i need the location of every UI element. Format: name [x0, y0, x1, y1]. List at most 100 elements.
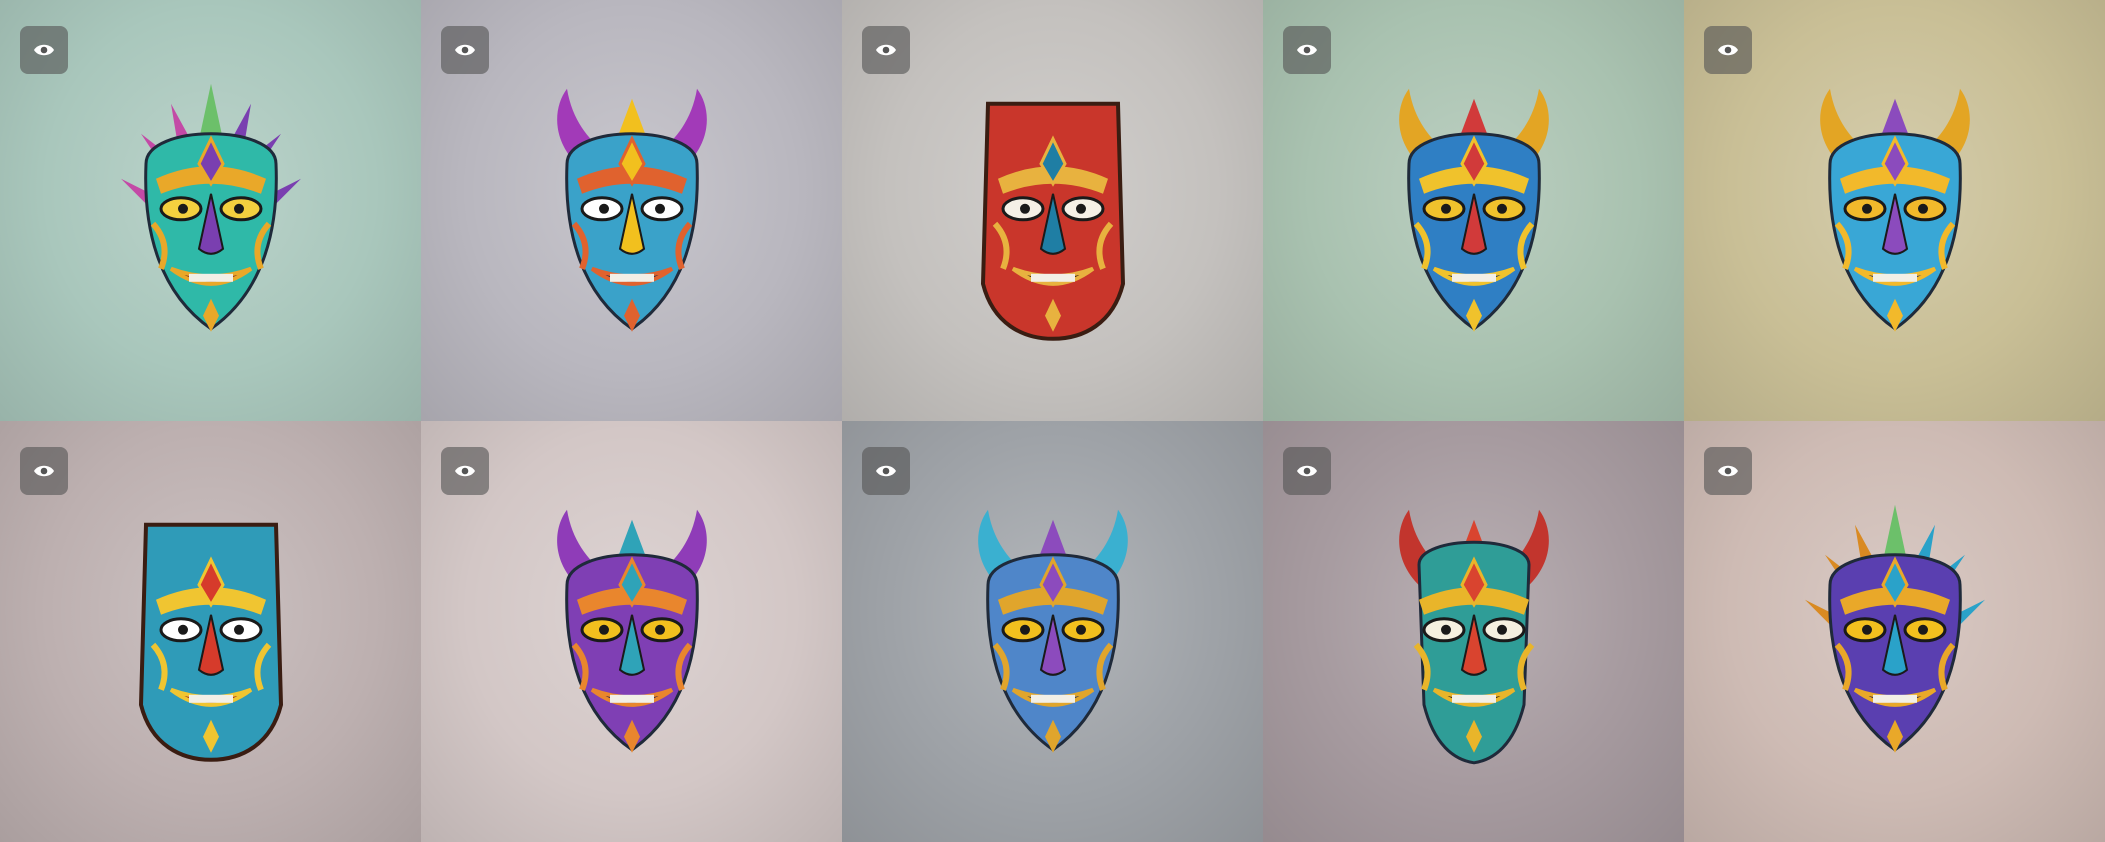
view-button[interactable] — [1704, 447, 1752, 495]
mask-illustration — [138, 522, 283, 762]
view-button[interactable] — [441, 26, 489, 74]
mask-illustration — [556, 88, 707, 332]
right-pupil — [233, 624, 244, 635]
mask-image — [943, 83, 1163, 348]
eye-icon — [876, 465, 896, 477]
teeth — [188, 273, 233, 282]
left-pupil — [1440, 203, 1451, 214]
teeth — [1872, 273, 1917, 282]
mask-image — [101, 83, 321, 348]
mask-body — [1804, 504, 1985, 753]
gallery-tile[interactable] — [1684, 421, 2105, 842]
eye-icon — [1718, 465, 1738, 477]
gallery-tile[interactable] — [842, 0, 1263, 421]
gallery-tile[interactable] — [1684, 0, 2105, 421]
eye-pupil — [461, 467, 469, 475]
mask-body — [977, 509, 1128, 753]
eye-icon — [455, 465, 475, 477]
right-pupil — [1917, 203, 1928, 214]
mask-image — [1785, 83, 2005, 348]
right-pupil — [1496, 203, 1507, 214]
left-pupil — [177, 203, 188, 214]
teeth — [1872, 694, 1917, 703]
view-button[interactable] — [862, 26, 910, 74]
mask-illustration — [1819, 88, 1970, 332]
gallery-tile[interactable] — [0, 421, 421, 842]
eye-pupil — [40, 46, 48, 54]
eye-pupil — [40, 467, 48, 475]
left-pupil — [1440, 624, 1451, 635]
mask-body — [556, 509, 707, 753]
mask-body — [138, 522, 283, 762]
left-pupil — [177, 624, 188, 635]
gallery-tile[interactable] — [1263, 0, 1684, 421]
mask-body — [556, 88, 707, 332]
mask-image — [1364, 504, 1584, 769]
eye-icon — [455, 44, 475, 56]
mask-image — [101, 504, 321, 769]
mask-image — [522, 504, 742, 769]
view-button[interactable] — [862, 447, 910, 495]
eye-icon — [34, 44, 54, 56]
view-button[interactable] — [1704, 26, 1752, 74]
image-grid — [0, 0, 2105, 842]
mask-body — [1819, 88, 1970, 332]
teeth — [1451, 694, 1496, 703]
gallery-tile[interactable] — [421, 421, 842, 842]
teeth — [188, 694, 233, 703]
gallery-tile[interactable] — [421, 0, 842, 421]
eye-pupil — [1724, 467, 1732, 475]
left-pupil — [1019, 624, 1030, 635]
left-pupil — [1861, 624, 1872, 635]
teeth — [609, 694, 654, 703]
eye-icon — [1718, 44, 1738, 56]
mask-image — [943, 504, 1163, 769]
eye-icon — [1297, 44, 1317, 56]
gallery-tile[interactable] — [0, 0, 421, 421]
view-button[interactable] — [20, 26, 68, 74]
eye-pupil — [1303, 46, 1311, 54]
mask-image — [522, 83, 742, 348]
eye-icon — [1297, 465, 1317, 477]
mask-image — [1785, 504, 2005, 769]
gallery-tile[interactable] — [842, 421, 1263, 842]
right-pupil — [654, 624, 665, 635]
mask-body — [1398, 88, 1549, 332]
eye-icon — [34, 465, 54, 477]
right-pupil — [233, 203, 244, 214]
mask-illustration — [977, 509, 1128, 753]
left-pupil — [598, 203, 609, 214]
mask-body — [1398, 509, 1549, 764]
right-pupil — [1075, 203, 1086, 214]
mask-body — [980, 101, 1125, 341]
eye-icon — [876, 44, 896, 56]
right-pupil — [654, 203, 665, 214]
mask-illustration — [556, 509, 707, 753]
teeth — [1030, 694, 1075, 703]
mask-illustration — [1398, 509, 1549, 764]
eye-pupil — [1724, 46, 1732, 54]
teeth — [1030, 273, 1075, 282]
gallery-tile[interactable] — [1263, 421, 1684, 842]
mask-illustration — [1804, 504, 1985, 753]
view-button[interactable] — [20, 447, 68, 495]
eye-pupil — [882, 46, 890, 54]
right-pupil — [1917, 624, 1928, 635]
mask-illustration — [120, 83, 301, 332]
mask-image — [1364, 83, 1584, 348]
eye-pupil — [882, 467, 890, 475]
teeth — [609, 273, 654, 282]
right-pupil — [1496, 624, 1507, 635]
view-button[interactable] — [1283, 26, 1331, 74]
right-pupil — [1075, 624, 1086, 635]
left-pupil — [598, 624, 609, 635]
mask-illustration — [980, 101, 1125, 341]
mask-body — [120, 83, 301, 332]
mask-illustration — [1398, 88, 1549, 332]
eye-pupil — [1303, 467, 1311, 475]
view-button[interactable] — [1283, 447, 1331, 495]
view-button[interactable] — [441, 447, 489, 495]
eye-pupil — [461, 46, 469, 54]
teeth — [1451, 273, 1496, 282]
left-pupil — [1019, 203, 1030, 214]
